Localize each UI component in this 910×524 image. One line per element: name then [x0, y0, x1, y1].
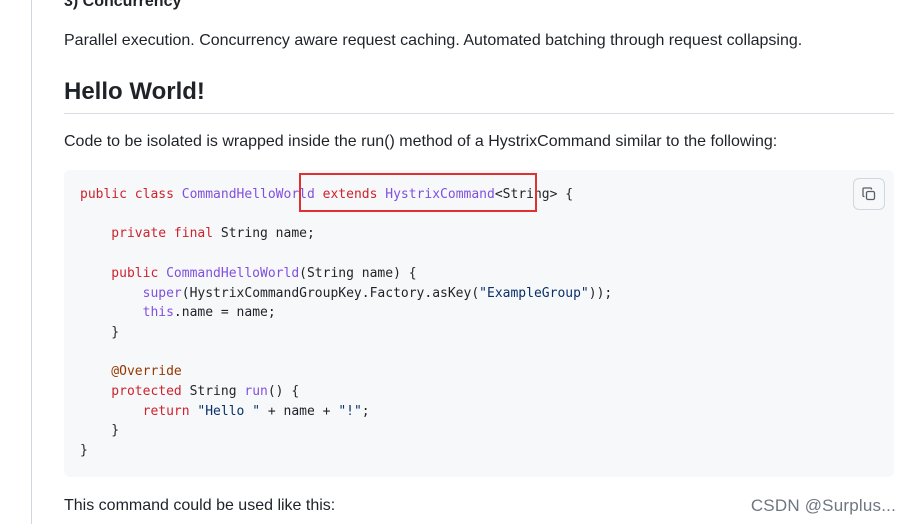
code-keyword: protected [80, 384, 190, 400]
code-keyword: super [80, 285, 182, 301]
code-text-segment: () { [267, 384, 300, 400]
code-line-14: } [80, 443, 88, 459]
code-text[interactable]: public class CommandHelloWorld extends H… [80, 185, 612, 461]
code-line-5: public CommandHelloWorld(String name) { [80, 265, 417, 281]
code-text-segment: <String> { [494, 187, 574, 202]
code-annotation: @Override [80, 364, 182, 380]
code-line-8: } [80, 324, 120, 340]
code-keyword: return [80, 403, 198, 419]
code-string: "Hello " [197, 403, 261, 419]
code-text-segment: String name; [220, 226, 315, 242]
code-class-name: CommandHelloWorld [181, 187, 315, 202]
code-string: "!" [338, 403, 362, 419]
code-line-12: return "Hello " + name + "!"; [80, 404, 370, 419]
page: 3) Concurrency Parallel execution. Concu… [0, 0, 910, 524]
hello-world-heading: Hello World! [64, 76, 894, 114]
code-line-1: public class CommandHelloWorld extends H… [80, 187, 573, 202]
code-string: "ExampleGroup" [479, 285, 589, 301]
left-border [31, 0, 32, 524]
intro-paragraph: Code to be isolated is wrapped inside th… [64, 133, 778, 150]
code-text-segment: (String name) { [299, 265, 417, 281]
copy-icon [862, 187, 876, 201]
code-keyword: this [80, 305, 174, 321]
code-text-segment: )); [588, 285, 613, 301]
code-line-6: super(HystrixCommandGroupKey.Factory.asK… [80, 285, 613, 301]
code-superclass: HystrixCommand [385, 187, 495, 202]
code-line-11: protected String run() { [80, 384, 299, 399]
code-line-13: } [80, 423, 120, 439]
code-line-10: @Override [80, 364, 182, 380]
code-function-name: run [244, 384, 268, 400]
code-text-segment: (HystrixCommandGroupKey.Factory.asKey( [181, 285, 480, 301]
code-keyword: extends [314, 187, 386, 202]
copy-button[interactable] [853, 178, 885, 210]
code-text-segment: .name = name; [173, 305, 276, 321]
code-line-7: this.name = name; [80, 305, 276, 320]
code-keyword: private final [80, 226, 221, 242]
code-line-3: private final String name; [80, 226, 315, 241]
section-heading-concurrency: 3) Concurrency [64, 0, 182, 10]
code-text-segment: ; [361, 403, 370, 419]
code-text-segment: + name + [260, 403, 339, 419]
outro-paragraph: This command could be used like this: [64, 497, 336, 514]
concurrency-paragraph: Parallel execution. Concurrency aware re… [64, 32, 803, 49]
code-text-segment: String [189, 384, 245, 400]
code-function-name: CommandHelloWorld [166, 265, 300, 281]
code-block: public class CommandHelloWorld extends H… [64, 170, 894, 477]
csdn-watermark: CSDN @Surplus... [750, 496, 896, 515]
code-keyword: public class [80, 187, 182, 202]
code-keyword: public [80, 265, 167, 281]
